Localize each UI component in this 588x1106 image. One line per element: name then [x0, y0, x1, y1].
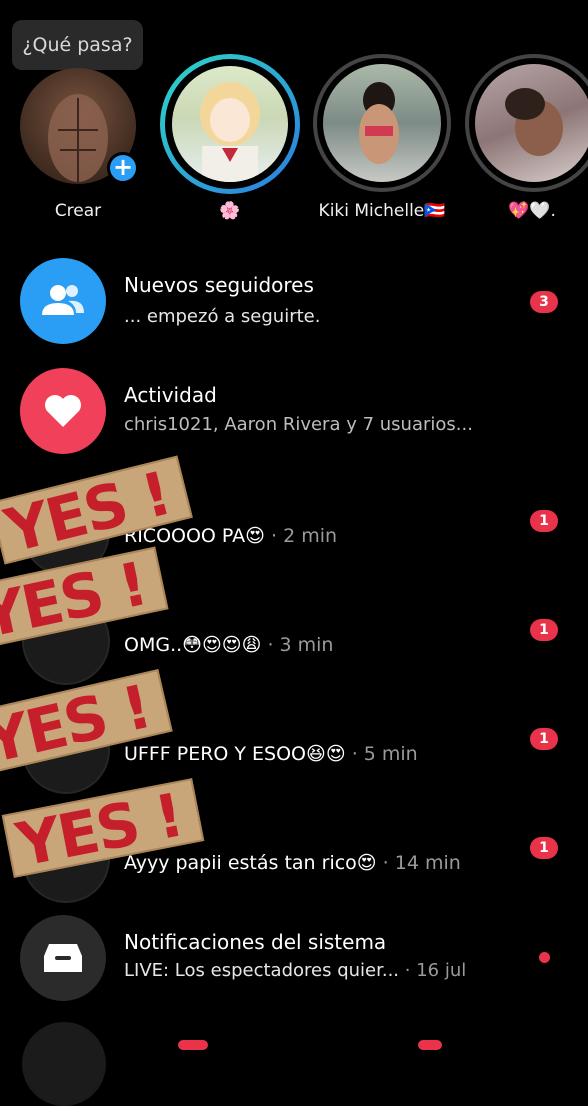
heart-icon	[20, 368, 106, 454]
story-avatar-2[interactable]	[172, 66, 288, 182]
status-composer-text: ¿Qué pasa?	[22, 34, 133, 56]
inbox-icon	[20, 915, 106, 1001]
system-subtitle-text: LIVE: Los espectadores quier...	[124, 960, 400, 981]
story-label-4: 💖🤍.	[508, 201, 556, 221]
unread-badge: 1	[530, 837, 558, 859]
message-time: · 2 min	[271, 525, 338, 547]
tab-badge-cropped	[178, 1040, 208, 1050]
woman-photo-icon	[359, 82, 399, 164]
message-preview: Ayyy papii estás tan rico😍 · 14 min	[124, 852, 461, 874]
add-story-icon[interactable]: +	[107, 152, 139, 184]
system-subtitle: LIVE: Los espectadores quier... · 16 jul	[124, 960, 466, 981]
message-text: UFFF PERO Y ESOO😆😍	[124, 743, 346, 765]
unread-badge: 1	[530, 728, 558, 750]
story-label-3: Kiki Michelle🇵🇷	[318, 201, 446, 221]
followers-icon	[20, 258, 106, 344]
activity-title: Actividad	[124, 383, 217, 407]
message-time: · 5 min	[351, 743, 418, 765]
message-time: · 3 min	[267, 634, 334, 656]
system-title: Notificaciones del sistema	[124, 930, 387, 954]
person-photo-icon	[505, 88, 563, 156]
story-label-2: 🌸	[219, 201, 241, 221]
followers-title: Nuevos seguidores	[124, 273, 314, 297]
anime-girl-photo-icon	[200, 82, 260, 182]
message-text: Ayyy papii estás tan rico😍	[124, 852, 377, 874]
tab-badge-cropped	[418, 1040, 442, 1050]
unread-badge: 3	[530, 291, 558, 313]
status-composer-bubble[interactable]: ¿Qué pasa?	[12, 20, 143, 70]
story-avatar-4[interactable]	[475, 64, 588, 182]
unread-badge: 1	[530, 619, 558, 641]
message-time: · 14 min	[382, 852, 461, 874]
story-avatar-3[interactable]	[323, 64, 441, 182]
followers-subtitle: ... empezó a seguirte.	[124, 306, 321, 327]
unread-badge: 1	[530, 510, 558, 532]
message-preview: OMG..😳😍😍😩 · 3 min	[124, 634, 333, 656]
message-preview: UFFF PERO Y ESOO😆😍 · 5 min	[124, 743, 418, 765]
story-label-create: Crear	[54, 201, 102, 221]
unread-dot	[539, 952, 550, 963]
activity-subtitle: chris1021, Aaron Rivera y 7 usuarios...	[124, 414, 473, 435]
avatar-cropped	[22, 1022, 106, 1106]
system-time: · 16 jul	[404, 960, 467, 981]
message-text: OMG..😳😍😍😩	[124, 634, 262, 656]
